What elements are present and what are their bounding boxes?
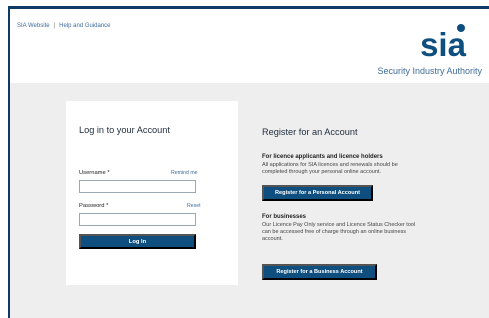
login-title: Log in to your Account [79, 125, 170, 135]
reset-password-link[interactable]: Reset [187, 203, 201, 209]
sia-logo[interactable]: sia Security Industry Authority [364, 24, 482, 81]
logo-wordmark: Security Industry Authority [377, 66, 482, 76]
username-input[interactable] [79, 180, 196, 193]
password-input[interactable] [79, 213, 196, 226]
username-label: Username * [79, 170, 110, 176]
remind-me-link[interactable]: Remind me [171, 170, 198, 176]
link-separator: | [53, 23, 56, 29]
businesses-text: Our Licence Pay Only service and Licence… [262, 222, 467, 243]
register-personal-account-button[interactable]: Register for a Personal Account [262, 185, 373, 201]
main-content: Log in to your Account Username * Remind… [10, 83, 489, 318]
licence-holders-heading: For licence applicants and licence holde… [262, 154, 383, 160]
businesses-line-3: account. [262, 236, 283, 242]
site-header: SIA Website | Help and Guidance sia Securi… [10, 9, 489, 83]
register-business-account-button[interactable]: Register for a Business Account [262, 264, 377, 280]
businesses-line-1: Our Licence Pay Only service and Licence… [262, 222, 416, 228]
login-card: Log in to your Account Username * Remind… [66, 101, 238, 285]
licence-holders-line-2: completed through your personal online a… [262, 169, 381, 175]
register-title: Register for an Account [262, 127, 358, 137]
svg-text:sia: sia [420, 26, 467, 63]
sia-website-link[interactable]: SIA Website [17, 23, 50, 29]
password-label: Password * [79, 203, 109, 209]
licence-holders-line-1: All applications for SIA licences and re… [262, 162, 398, 168]
help-guidance-link[interactable]: Help and Guidance [59, 23, 110, 29]
businesses-line-2: can be accessed free of charge through a… [262, 229, 407, 235]
login-button[interactable]: Log In [79, 234, 196, 249]
licence-holders-text: All applications for SIA licences and re… [262, 162, 467, 176]
sia-logo-icon: sia [420, 24, 467, 63]
businesses-heading: For businesses [262, 214, 307, 220]
top-links: SIA Website | Help and Guidance [17, 23, 111, 29]
